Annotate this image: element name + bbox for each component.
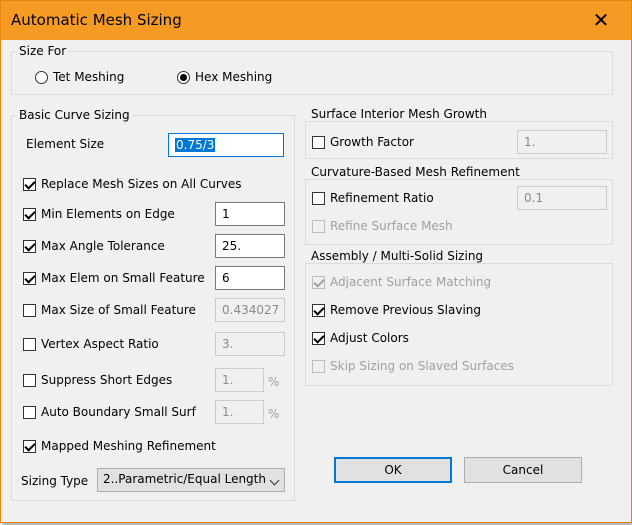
adjacent-surface-matching-checkbox [312, 276, 325, 289]
sizing-type-select[interactable]: 2..Parametric/Equal Length [97, 468, 285, 492]
adjacent-surface-matching-label: Adjacent Surface Matching [330, 275, 492, 289]
close-icon[interactable]: ✕ [581, 5, 621, 35]
hex-meshing-radio[interactable] [177, 71, 190, 84]
replace-mesh-sizes-label[interactable]: Replace Mesh Sizes on All Curves [41, 177, 242, 191]
curvature-refinement-label: Curvature-Based Mesh Refinement [309, 165, 522, 179]
remove-previous-slaving-label[interactable]: Remove Previous Slaving [330, 303, 481, 317]
assembly-sizing-label: Assembly / Multi-Solid Sizing [309, 249, 486, 263]
suppress-short-edges-unit: % [268, 375, 280, 389]
cancel-button[interactable]: Cancel [464, 457, 582, 483]
auto-boundary-small-surf-unit: % [268, 407, 280, 421]
growth-factor-input: 1. [517, 130, 607, 154]
refinement-ratio-checkbox[interactable] [312, 192, 325, 205]
title-bar: Automatic Mesh Sizing ✕ [1, 1, 631, 40]
max-elem-small-feature-checkbox[interactable] [23, 272, 36, 285]
suppress-short-edges-label[interactable]: Suppress Short Edges [41, 373, 172, 387]
automatic-mesh-sizing-dialog: Automatic Mesh Sizing ✕ Size For Tet Mes… [0, 0, 632, 523]
min-elements-input[interactable]: 1 [215, 202, 285, 226]
sizing-type-value: 2..Parametric/Equal Length [103, 472, 266, 486]
dialog-title: Automatic Mesh Sizing [11, 11, 182, 29]
max-angle-tolerance-input[interactable]: 25. [215, 234, 285, 258]
max-size-small-feature-input: 0.434027 [215, 298, 285, 322]
max-angle-tolerance-checkbox[interactable] [23, 240, 36, 253]
replace-mesh-sizes-checkbox[interactable] [23, 178, 36, 191]
max-size-small-feature-label[interactable]: Max Size of Small Feature [41, 303, 196, 317]
element-size-label: Element Size [26, 137, 105, 151]
size-for-label: Size For [17, 44, 69, 58]
refine-surface-mesh-label: Refine Surface Mesh [330, 219, 453, 233]
growth-factor-checkbox[interactable] [312, 136, 325, 149]
skip-sizing-slaved-label: Skip Sizing on Slaved Surfaces [330, 359, 514, 373]
min-elements-checkbox[interactable] [23, 208, 36, 221]
tet-meshing-label[interactable]: Tet Meshing [53, 70, 124, 84]
sizing-type-label: Sizing Type [21, 474, 89, 488]
max-elem-small-feature-input[interactable]: 6 [215, 266, 285, 290]
mapped-meshing-refinement-checkbox[interactable] [23, 440, 36, 453]
hex-meshing-label[interactable]: Hex Meshing [195, 70, 272, 84]
tet-meshing-radio[interactable] [35, 71, 48, 84]
max-size-small-feature-checkbox[interactable] [23, 304, 36, 317]
element-size-value: 0.75/3 [175, 138, 216, 152]
auto-boundary-small-surf-input: 1. [215, 400, 264, 424]
max-angle-tolerance-label[interactable]: Max Angle Tolerance [41, 239, 165, 253]
suppress-short-edges-checkbox[interactable] [23, 374, 36, 387]
remove-previous-slaving-checkbox[interactable] [312, 304, 325, 317]
refinement-ratio-label[interactable]: Refinement Ratio [330, 191, 434, 205]
mapped-meshing-refinement-label[interactable]: Mapped Meshing Refinement [41, 439, 216, 453]
adjust-colors-checkbox[interactable] [312, 332, 325, 345]
adjust-colors-label[interactable]: Adjust Colors [330, 331, 409, 345]
suppress-short-edges-input: 1. [215, 368, 264, 392]
element-size-input[interactable]: 0.75/3 [168, 133, 284, 157]
skip-sizing-slaved-checkbox [312, 360, 325, 373]
vertex-aspect-ratio-input: 3. [215, 332, 285, 356]
vertex-aspect-ratio-label[interactable]: Vertex Aspect Ratio [41, 337, 159, 351]
vertex-aspect-ratio-checkbox[interactable] [23, 338, 36, 351]
surface-growth-label: Surface Interior Mesh Growth [309, 107, 489, 121]
growth-factor-label[interactable]: Growth Factor [330, 135, 414, 149]
basic-curve-sizing-label: Basic Curve Sizing [17, 108, 132, 122]
auto-boundary-small-surf-checkbox[interactable] [23, 406, 36, 419]
ok-button[interactable]: OK [334, 457, 452, 483]
refinement-ratio-input: 0.1 [517, 186, 607, 210]
refine-surface-mesh-checkbox [312, 220, 325, 233]
chevron-down-icon [269, 475, 280, 486]
min-elements-label[interactable]: Min Elements on Edge [41, 207, 175, 221]
max-elem-small-feature-label[interactable]: Max Elem on Small Feature [41, 271, 205, 285]
auto-boundary-small-surf-label[interactable]: Auto Boundary Small Surf [41, 405, 196, 419]
